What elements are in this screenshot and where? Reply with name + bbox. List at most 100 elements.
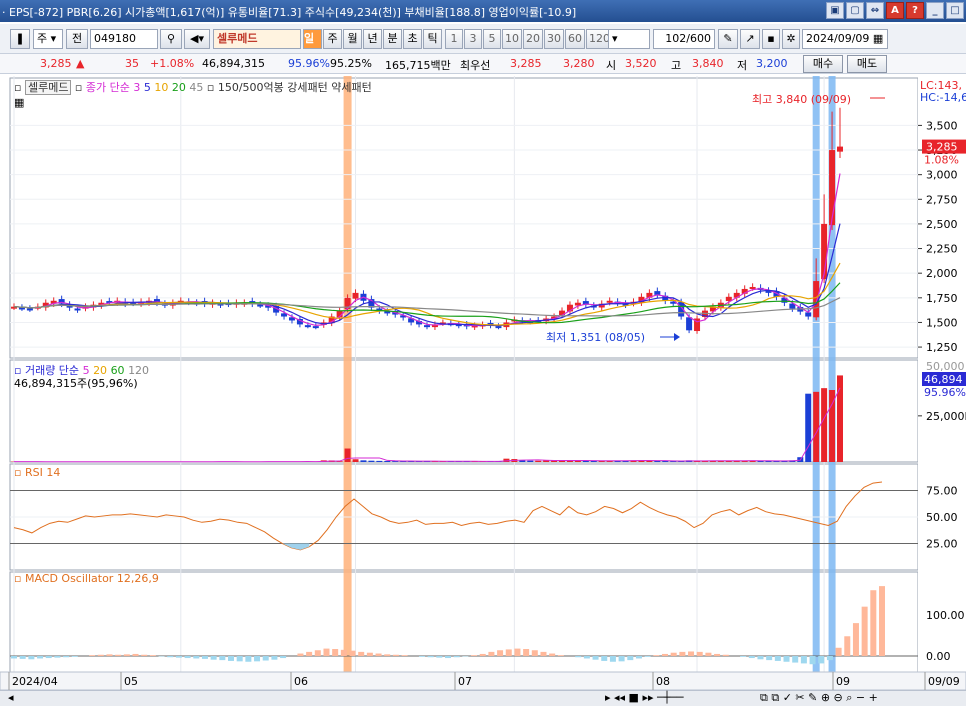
- scroll-left-icon[interactable]: ◂: [8, 691, 14, 704]
- interval-tab-10[interactable]: 10: [502, 29, 522, 49]
- macd-bar: [540, 651, 547, 656]
- macd-bar: [71, 656, 78, 657]
- buy-button[interactable]: 매수: [803, 55, 843, 73]
- macd-bar: [471, 655, 478, 656]
- x-axis-label: 09/09: [928, 675, 960, 688]
- legend-stock-name: 셀루메드: [24, 80, 72, 95]
- macd-bar: [557, 655, 564, 656]
- quote-bar: 3,285 ▲ 35 +1.08% 46,894,315 95.96% 95.2…: [0, 54, 966, 74]
- macd-bar: [809, 656, 816, 665]
- volume-bar: [821, 388, 828, 462]
- font-icon[interactable]: A: [886, 2, 904, 19]
- price-tick-label: 3,500: [926, 119, 958, 132]
- price-legend: ▫ 셀루메드 ▫ 종가 단순 3 5 10 20 45 ▫ 150/500억봉 …: [14, 80, 372, 95]
- count-field[interactable]: 102/600: [653, 29, 715, 49]
- playback-icons[interactable]: ▸ ◂◂ ■ ▸▸ ─┼──: [605, 691, 683, 704]
- period-tab-2[interactable]: 월: [343, 29, 362, 49]
- interval-tab-1[interactable]: 1: [445, 29, 463, 49]
- macd-bar: [358, 651, 365, 656]
- window-icon[interactable]: ▢: [846, 2, 864, 19]
- date-value: 2024/09/09: [806, 32, 870, 45]
- macd-bar: [879, 586, 885, 656]
- period-tab-1[interactable]: 주: [323, 29, 342, 49]
- current-price-tag-text: 3,285: [926, 141, 958, 154]
- period-tab-3[interactable]: 년: [363, 29, 382, 49]
- tools-icon[interactable]: ✎: [718, 29, 738, 49]
- interval-select[interactable]: ▾: [608, 29, 650, 49]
- x-axis-label: 08: [656, 675, 670, 688]
- count-value: 102: [665, 32, 687, 45]
- stock-name-box[interactable]: 셀루메드: [213, 29, 301, 49]
- grid-icon[interactable]: ▦: [14, 96, 24, 109]
- macd-bar: [349, 650, 356, 656]
- search-icon[interactable]: ⚲: [160, 29, 182, 49]
- macd-bar: [271, 656, 278, 660]
- interval-tab-5[interactable]: 5: [483, 29, 501, 49]
- macd-bar: [488, 651, 495, 656]
- low-marker-text: 최저 1,351 (08/05): [546, 331, 646, 344]
- candle-body: [829, 150, 836, 226]
- macd-bar: [184, 656, 191, 659]
- window-controls: ▣ ▢ ⇔ A ? _ □: [826, 2, 964, 19]
- macd-bar: [427, 656, 434, 658]
- gear-icon[interactable]: ✲: [782, 29, 800, 49]
- macd-bar: [523, 649, 530, 656]
- layout-icon[interactable]: ▣: [826, 2, 844, 19]
- chart-icon[interactable]: ↗: [740, 29, 760, 49]
- rsi-tick-label: 25.00: [926, 538, 958, 551]
- link-icon[interactable]: ⇔: [866, 2, 884, 19]
- market-select[interactable]: 주 ▾: [33, 29, 63, 49]
- period-tab-0[interactable]: 일: [303, 29, 322, 49]
- rsi-legend-label: RSI 14: [24, 466, 61, 479]
- macd-bar: [531, 650, 538, 656]
- legend-ma5: 5: [143, 81, 151, 94]
- x-axis-label: 2024/04: [12, 675, 58, 688]
- volume-value-text: 46,894,315주(95,96%): [14, 377, 138, 390]
- minimize-icon[interactable]: _: [926, 2, 944, 19]
- macd-tick-label: 0.00: [926, 650, 951, 663]
- macd-bar: [262, 656, 269, 661]
- price-tick-label: 2,000: [926, 267, 958, 280]
- macd-bar: [245, 656, 252, 662]
- interval-tab-30[interactable]: 30: [544, 29, 564, 49]
- all-button[interactable]: 전: [66, 29, 88, 49]
- interval-tab-60[interactable]: 60: [565, 29, 585, 49]
- sell-button[interactable]: 매도: [847, 55, 887, 73]
- count-total: /600: [686, 32, 711, 45]
- legend-ma20: 20: [171, 81, 186, 94]
- macd-bar: [149, 655, 156, 656]
- macd-bar: [688, 651, 695, 656]
- help-icon[interactable]: ?: [906, 2, 924, 19]
- candle-body: [424, 325, 430, 328]
- macd-bar: [45, 656, 52, 659]
- save-icon[interactable]: ▪: [762, 29, 780, 49]
- x-axis-label: 09: [836, 675, 850, 688]
- zoom-icons[interactable]: ⧉ ⧉ ✓ ✂ ✎ ⊕ ⊖ ⌕ − +: [760, 691, 878, 705]
- interval-tab-20[interactable]: 20: [523, 29, 543, 49]
- date-field[interactable]: 2024/09/09 ▦: [802, 29, 888, 49]
- macd-bar: [11, 656, 17, 659]
- period-tab-6[interactable]: 틱: [423, 29, 442, 49]
- price-tick-label: 1,250: [926, 341, 958, 354]
- macd-bar: [89, 655, 96, 656]
- macd-bar: [575, 656, 582, 658]
- macd-bar: [167, 656, 174, 658]
- search-toolbar: ❚ 주 ▾ 전 049180 ⚲ ◀▾ 셀루메드 일주월년분초틱 1 3 5 10 20…: [0, 24, 966, 54]
- maximize-icon[interactable]: □: [946, 2, 964, 19]
- macd-bar: [800, 656, 807, 664]
- price-tick-label: 1,750: [926, 292, 958, 305]
- chart-svg[interactable]: 3,5003,2503,0002,7502,5002,2502,0001,750…: [0, 76, 966, 691]
- stock-icon[interactable]: ❚: [10, 29, 30, 49]
- highlight-band: [812, 76, 820, 672]
- macd-bar: [141, 654, 148, 656]
- period-tab-5[interactable]: 초: [403, 29, 422, 49]
- speaker-icon[interactable]: ◀▾: [184, 29, 210, 49]
- code-input[interactable]: 049180: [90, 29, 158, 49]
- macd-bar: [323, 648, 330, 656]
- macd-bar: [297, 653, 304, 656]
- interval-tab-3[interactable]: 3: [464, 29, 482, 49]
- volume-bar: [384, 460, 391, 462]
- bottom-scrollbar[interactable]: ◂ ▸ ◂◂ ■ ▸▸ ─┼── ⧉ ⧉ ✓ ✂ ✎ ⊕ ⊖ ⌕ − +: [0, 690, 966, 706]
- chart-area[interactable]: 3,5003,2503,0002,7502,5002,2502,0001,750…: [0, 76, 966, 691]
- period-tab-4[interactable]: 분: [383, 29, 402, 49]
